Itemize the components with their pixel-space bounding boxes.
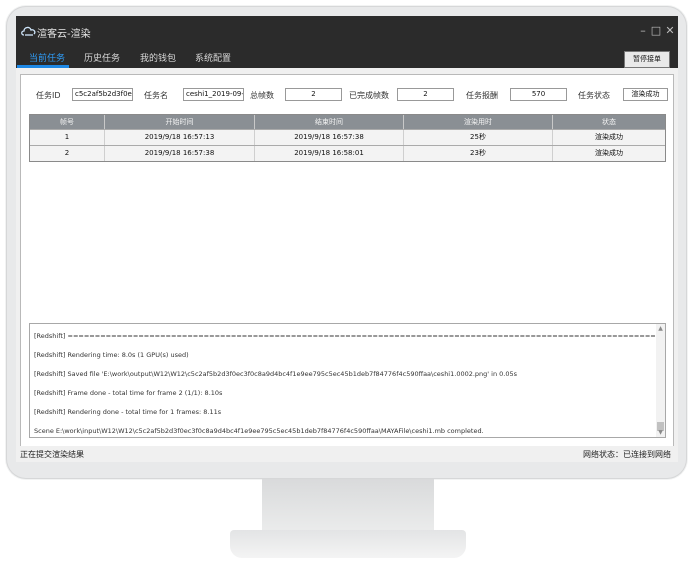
total-frames-label: 总帧数 bbox=[250, 91, 274, 100]
app-window: 渲客云-渲染 – □ ✕ 当前任务 历史任务 我的钱包 系统配置 暂停接单 任务… bbox=[16, 16, 678, 462]
window-title: 渲客云-渲染 bbox=[37, 29, 91, 40]
col-end-time[interactable]: 结束时间 bbox=[255, 115, 404, 129]
table-row[interactable]: 1 2019/9/18 16:57:13 2019/9/18 16:57:38 … bbox=[30, 129, 665, 145]
log-line: Scene E:\work\input\W12\W12\c5c2af5b2d3f… bbox=[34, 427, 484, 435]
minimize-icon[interactable]: – bbox=[637, 24, 649, 38]
cell-start-time: 2019/9/18 16:57:38 bbox=[105, 146, 255, 161]
cell-start-time: 2019/9/18 16:57:13 bbox=[105, 130, 255, 145]
status-message: 正在提交渲染结果 bbox=[20, 450, 84, 459]
cloud-logo-icon bbox=[21, 26, 36, 36]
task-panel: 任务ID c5c2af5b2d3f0ec 任务名 ceshi1_2019-09-… bbox=[20, 74, 674, 447]
active-tab-indicator bbox=[17, 65, 69, 68]
status-bar: 正在提交渲染结果 网络状态：已连接到网络 bbox=[16, 446, 678, 462]
monitor-stand-neck bbox=[262, 479, 434, 535]
cell-frame-no: 2 bbox=[30, 146, 105, 161]
close-icon[interactable]: ✕ bbox=[664, 24, 676, 38]
task-id-label: 任务ID bbox=[36, 91, 61, 100]
task-name-field[interactable]: ceshi1_2019-09- bbox=[183, 88, 244, 101]
nav-bar: 当前任务 历史任务 我的钱包 系统配置 bbox=[16, 48, 678, 68]
tab-system-settings[interactable]: 系统配置 bbox=[195, 51, 231, 65]
title-bar: 渲客云-渲染 – □ ✕ bbox=[16, 16, 678, 48]
table-header: 帧号 开始时间 结束时间 渲染用时 状态 bbox=[30, 115, 665, 129]
network-status: 网络状态：已连接到网络 bbox=[583, 450, 671, 459]
cell-end-time: 2019/9/18 16:57:38 bbox=[255, 130, 404, 145]
task-status-field[interactable]: 渲染成功 bbox=[623, 88, 668, 101]
cell-frame-no: 1 bbox=[30, 130, 105, 145]
log-line: [Redshift] Frame done - total time for f… bbox=[34, 389, 223, 397]
scroll-down-icon[interactable]: ▼ bbox=[657, 429, 664, 436]
total-frames-field[interactable]: 2 bbox=[285, 88, 342, 101]
done-frames-label: 已完成帧数 bbox=[349, 91, 389, 100]
tab-current-tasks[interactable]: 当前任务 bbox=[29, 51, 65, 65]
done-frames-field[interactable]: 2 bbox=[397, 88, 454, 101]
task-id-field[interactable]: c5c2af5b2d3f0ec bbox=[72, 88, 133, 101]
tab-my-wallet[interactable]: 我的钱包 bbox=[140, 51, 176, 65]
reward-label: 任务报酬 bbox=[466, 91, 498, 100]
cell-status: 渲染成功 bbox=[595, 149, 623, 157]
col-frame-no[interactable]: 帧号 bbox=[30, 115, 105, 129]
scroll-up-icon[interactable]: ▲ bbox=[657, 325, 664, 332]
col-start-time[interactable]: 开始时间 bbox=[105, 115, 255, 129]
render-log[interactable]: [Redshift] =============================… bbox=[29, 323, 666, 438]
cell-render-time: 25秒 bbox=[404, 130, 553, 145]
task-name-label: 任务名 bbox=[144, 91, 168, 100]
pause-orders-button[interactable]: 暂停接单 bbox=[624, 51, 670, 68]
task-status-label: 任务状态 bbox=[578, 91, 610, 100]
col-status[interactable]: 状态 bbox=[553, 115, 665, 129]
col-render-time[interactable]: 渲染用时 bbox=[404, 115, 553, 129]
log-scrollbar[interactable]: ▲ ▼ bbox=[656, 324, 665, 437]
frames-table: 帧号 开始时间 结束时间 渲染用时 状态 1 2019/9/18 16:57:1… bbox=[29, 114, 666, 162]
tab-history-tasks[interactable]: 历史任务 bbox=[84, 51, 120, 65]
table-row[interactable]: 2 2019/9/18 16:57:38 2019/9/18 16:58:01 … bbox=[30, 145, 665, 161]
log-line: [Redshift] Rendering done - total time f… bbox=[34, 408, 222, 416]
cell-status: 渲染成功 bbox=[595, 133, 623, 141]
reward-field[interactable]: 570 bbox=[510, 88, 567, 101]
log-line: [Redshift] Saved file 'E:\work\output\W1… bbox=[34, 370, 517, 378]
maximize-icon[interactable]: □ bbox=[650, 24, 662, 38]
cell-end-time: 2019/9/18 16:58:01 bbox=[255, 146, 404, 161]
log-line: [Redshift] Rendering time: 8.0s (1 GPU(s… bbox=[34, 351, 189, 359]
cell-render-time: 23秒 bbox=[404, 146, 553, 161]
monitor-stand-base bbox=[230, 530, 466, 558]
log-line: [Redshift] =============================… bbox=[34, 332, 666, 340]
